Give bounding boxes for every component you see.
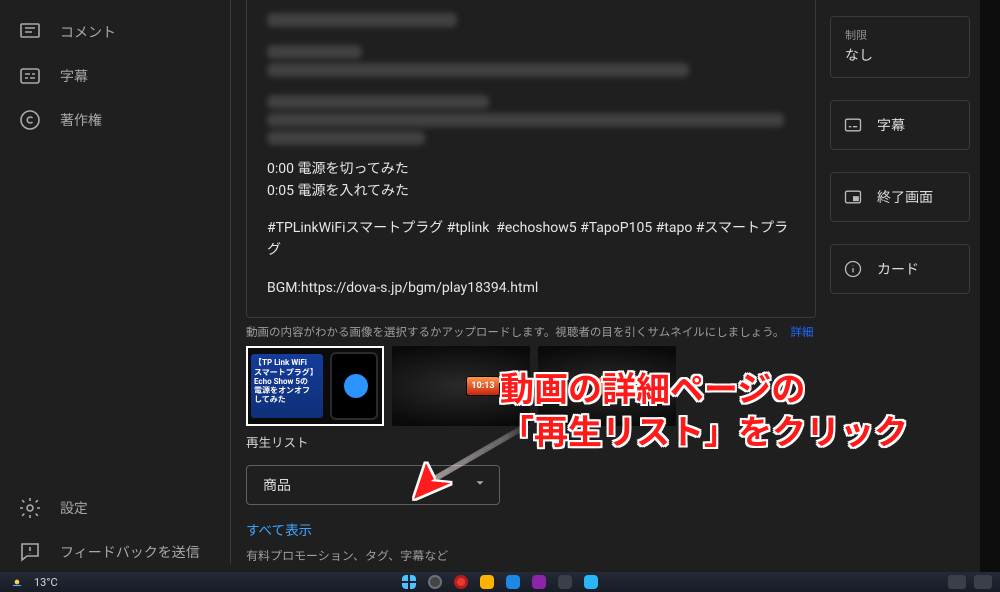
sidebar-item-label: コメント	[60, 22, 116, 42]
row-label: 字幕	[877, 115, 905, 135]
endscreen-row[interactable]: 終了画面	[830, 172, 970, 222]
main-panel: 0:00 電源を切ってみた 0:05 電源を入れてみた #TPLinkWiFiス…	[220, 0, 830, 592]
playlist-dropdown[interactable]: 商品	[246, 465, 500, 505]
weather-icon	[10, 575, 24, 589]
thumbnail-row: 【TP Link WiFi スマートプラグ】 Echo Show 5の 電源をオ…	[246, 346, 830, 426]
app-root: コメント 字幕 著作権 設定 フィードバックを送信	[0, 0, 1000, 592]
badge-icon: 10:13	[466, 376, 500, 396]
phone-icon	[330, 352, 378, 420]
windows-taskbar[interactable]: 13°C	[0, 572, 1000, 592]
sidebar-item-comments[interactable]: コメント	[0, 10, 220, 54]
thumb1-card-text: 【TP Link WiFi スマートプラグ】 Echo Show 5の 電源をオ…	[251, 354, 323, 418]
restrictions-label: 制限	[845, 27, 955, 43]
taskbar-tray[interactable]	[948, 575, 992, 589]
subtitles-icon	[843, 115, 863, 135]
taskbar-center	[402, 575, 598, 589]
sidebar-item-label: 著作権	[60, 110, 102, 130]
row-label: カード	[877, 259, 919, 279]
description-hashtags: #TPLinkWiFiスマートプラグ #tplink #echoshow5 #T…	[267, 218, 795, 261]
thumbnail-option-2[interactable]: 10:13	[392, 346, 530, 426]
endscreen-icon	[843, 187, 863, 207]
playlist-selected-value: 商品	[263, 475, 291, 495]
badge-icon: 10:13	[598, 376, 632, 396]
thumbnail-help: 動画の内容がわかる画像を選択するかアップロードします。視聴者の目を引くサムネイル…	[246, 324, 816, 340]
taskbar-app-icon[interactable]	[558, 575, 572, 589]
sidebar-item-subtitles[interactable]: 字幕	[0, 54, 220, 98]
taskbar-app-icon[interactable]	[584, 575, 598, 589]
show-all-sublabel: 有料プロモーション、タグ、字幕など	[246, 547, 830, 564]
taskbar-app-icon[interactable]	[532, 575, 546, 589]
thumbnail-help-link[interactable]: 詳細	[790, 324, 813, 340]
show-all-link[interactable]: すべて表示	[246, 517, 312, 541]
chevron-down-icon	[473, 476, 487, 494]
taskbar-app-icon[interactable]	[506, 575, 520, 589]
comment-icon	[18, 20, 42, 44]
row-label: 終了画面	[877, 187, 933, 207]
sidebar-item-settings[interactable]: 設定	[0, 486, 220, 530]
thumbnail-option-3[interactable]: 10:13	[538, 346, 676, 426]
taskbar-temperature: 13°C	[34, 576, 58, 589]
info-icon	[843, 259, 863, 279]
gear-icon	[18, 496, 42, 520]
restrictions-box[interactable]: 制限 なし	[830, 16, 970, 78]
sidebar-item-label: 設定	[60, 498, 88, 518]
thumbnail-option-1[interactable]: 【TP Link WiFi スマートプラグ】 Echo Show 5の 電源をオ…	[246, 346, 384, 426]
left-sidebar: コメント 字幕 著作権 設定 フィードバックを送信	[0, 0, 220, 592]
description-bgm: BGM:https://dova-s.jp/bgm/play18394.html	[267, 278, 795, 300]
playlist-section-label: 再生リスト	[246, 432, 830, 451]
feedback-icon	[18, 540, 42, 564]
taskbar-app-icon[interactable]	[454, 575, 468, 589]
subtitles-row[interactable]: 字幕	[830, 100, 970, 150]
sidebar-item-copyright[interactable]: 著作権	[0, 98, 220, 142]
taskbar-app-icon[interactable]	[480, 575, 494, 589]
copyright-icon	[18, 108, 42, 132]
scrollbar[interactable]	[980, 0, 1000, 572]
restrictions-value: なし	[845, 45, 955, 65]
sidebar-item-label: 字幕	[60, 66, 88, 86]
thumbnail-help-text: 動画の内容がわかる画像を選択するかアップロードします。視聴者の目を引くサムネイル…	[246, 324, 784, 340]
description-chapters: 0:00 電源を切ってみた 0:05 電源を入れてみた	[267, 159, 795, 202]
right-sidebar: 制限 なし 字幕 終了画面 カード	[830, 0, 1000, 592]
subtitles-icon	[18, 64, 42, 88]
sidebar-item-label: フィードバックを送信	[60, 542, 200, 562]
start-button[interactable]	[402, 575, 416, 589]
taskbar-app-icon[interactable]	[428, 575, 442, 589]
cards-row[interactable]: カード	[830, 244, 970, 294]
description-textarea[interactable]: 0:00 電源を切ってみた 0:05 電源を入れてみた #TPLinkWiFiス…	[246, 0, 816, 318]
